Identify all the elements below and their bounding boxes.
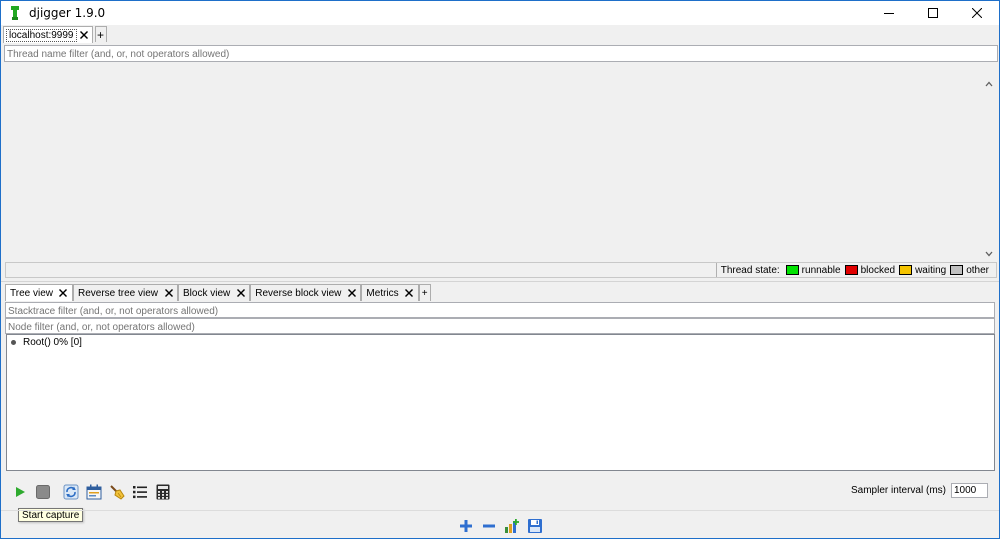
add-tab-label: + [421, 287, 428, 299]
thread-name-filter-input[interactable] [4, 45, 998, 62]
stop-capture-button[interactable] [34, 483, 52, 501]
scroll-down-icon[interactable] [985, 249, 993, 259]
tree-node-label: Root() 0% [0] [23, 337, 82, 348]
tab-reverse-block-view[interactable]: Reverse block view [250, 284, 362, 301]
calculator-icon [156, 484, 170, 500]
refresh-icon [63, 484, 79, 500]
tree-node-root[interactable]: Root() 0% [0] [9, 337, 82, 348]
tab-label: Reverse block view [255, 287, 342, 299]
add-chart-icon [505, 519, 519, 533]
stacktrace-tree[interactable]: Root() 0% [0] [6, 334, 995, 471]
tab-label: Metrics [366, 287, 399, 299]
tab-localhost[interactable]: localhost:9999 [3, 26, 93, 43]
thread-panel-scrollbar[interactable] [981, 62, 998, 262]
maximize-icon [928, 8, 938, 18]
legend-item-waiting: waiting [899, 265, 946, 276]
add-tab-label: + [97, 27, 105, 42]
connection-tab-strip: localhost:9999 + [3, 26, 109, 43]
tab-close-icon[interactable] [59, 289, 68, 298]
capture-toolbar [11, 483, 177, 501]
blocked-swatch [844, 265, 858, 275]
splitter[interactable] [1, 281, 999, 282]
add-view-tab-button[interactable]: + [418, 284, 431, 301]
sampler-interval: Sampler interval (ms) [851, 483, 988, 498]
legend-item-other: other [950, 265, 989, 276]
tab-close-icon[interactable] [164, 289, 173, 298]
start-capture-button[interactable] [11, 483, 29, 501]
tab-block-view[interactable]: Block view [178, 284, 251, 301]
tab-label: Tree view [10, 287, 53, 299]
save-file-icon [528, 519, 542, 533]
app-window: djigger 1.9.0 localhost:9999 + Thread na… [0, 0, 1000, 539]
tab-tree-view[interactable]: Tree view [5, 284, 73, 301]
sampler-interval-input[interactable] [951, 483, 988, 498]
minimize-button[interactable] [867, 1, 911, 25]
tab-close-icon[interactable] [236, 289, 245, 298]
tab-label: localhost:9999 [6, 28, 77, 42]
expand-plus-icon [460, 520, 472, 532]
clear-brush-icon [110, 485, 125, 500]
tab-close-icon[interactable] [347, 289, 356, 298]
calculator-button[interactable] [154, 483, 172, 501]
runnable-swatch [785, 265, 799, 275]
legend-label: runnable [801, 264, 841, 276]
add-chart-button[interactable] [503, 517, 521, 535]
window-controls [867, 1, 999, 25]
collapse-button[interactable] [480, 517, 498, 535]
tab-reverse-tree-view[interactable]: Reverse tree view [72, 284, 179, 301]
tree-bullet-icon [11, 340, 16, 345]
djigger-app-icon [7, 5, 23, 21]
tab-close-icon[interactable] [80, 31, 89, 40]
collapse-minus-icon [483, 524, 495, 528]
stacktrace-filter-input[interactable] [5, 302, 995, 318]
legend-title: Thread state: [720, 264, 780, 276]
legend-item-runnable: runnable [785, 264, 841, 276]
waiting-swatch [899, 265, 913, 275]
stop-icon [36, 485, 50, 499]
play-icon [16, 487, 25, 497]
window-title: djigger 1.9.0 [29, 6, 106, 20]
node-filter-input[interactable] [5, 318, 995, 334]
add-connection-tab-button[interactable]: + [94, 26, 107, 42]
scroll-up-icon[interactable] [985, 79, 993, 89]
thread-state-legend: Thread state: runnable blocked waiting o… [5, 262, 997, 278]
tab-label: Reverse tree view [77, 287, 159, 299]
view-tab-strip: Tree view Reverse tree view Block view R… [5, 284, 431, 301]
maximize-button[interactable] [911, 1, 955, 25]
legend-label: blocked [860, 264, 896, 276]
save-capture-icon [86, 484, 102, 500]
close-button[interactable] [955, 1, 999, 25]
thread-visualization-panel [4, 62, 998, 262]
expand-button[interactable] [457, 517, 475, 535]
tab-close-icon[interactable] [405, 289, 414, 298]
close-icon [972, 8, 982, 18]
tab-metrics[interactable]: Metrics [361, 284, 419, 301]
legend-label: other [966, 264, 989, 276]
tree-tools [457, 517, 549, 535]
title-bar: djigger 1.9.0 [1, 1, 999, 25]
sampler-interval-label: Sampler interval (ms) [850, 485, 946, 496]
refresh-button[interactable] [62, 483, 80, 501]
legend-label: waiting [915, 264, 947, 276]
minimize-icon [884, 13, 894, 14]
list-icon [133, 486, 147, 499]
tab-label: Block view [183, 287, 231, 299]
other-swatch [950, 265, 964, 275]
legend-item-blocked: blocked [844, 264, 896, 276]
thread-list-button[interactable] [131, 483, 149, 501]
legend-separator [715, 263, 717, 277]
clear-button[interactable] [108, 483, 126, 501]
save-capture-button[interactable] [85, 483, 103, 501]
save-file-button[interactable] [526, 517, 544, 535]
